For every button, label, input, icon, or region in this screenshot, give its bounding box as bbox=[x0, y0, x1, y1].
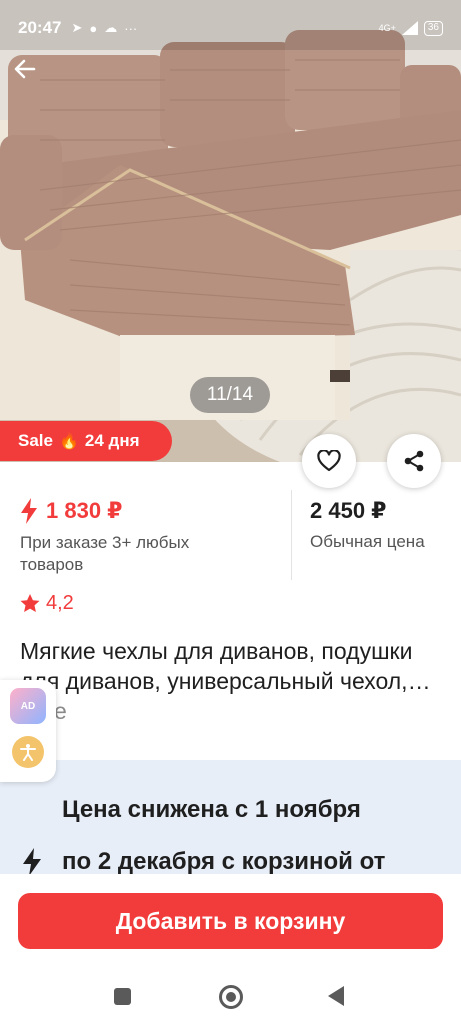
recent-apps-button[interactable] bbox=[114, 988, 131, 1005]
back-button[interactable] bbox=[14, 58, 54, 98]
sale-days: 24 дня bbox=[84, 431, 140, 450]
sale-label: Sale bbox=[18, 431, 53, 450]
lightning-icon bbox=[23, 848, 41, 876]
favorite-button[interactable] bbox=[302, 434, 356, 488]
flame-icon: 🔥 bbox=[58, 433, 79, 450]
bundle-price: 1 830 ₽ bbox=[20, 498, 291, 524]
promo-panel: Цена снижена с 1 ноября по 2 декабря с к… bbox=[0, 760, 461, 880]
telegram-icon: ➤ bbox=[71, 20, 83, 35]
heart-icon bbox=[317, 450, 341, 472]
product-title-text: Мягкие чехлы для диванов, подушки для ди… bbox=[20, 638, 431, 694]
battery-level: 36 bbox=[423, 20, 443, 36]
regular-price-section: 2 450 ₽ Обычная цена bbox=[292, 490, 425, 580]
add-to-cart-button[interactable]: Добавить в корзину bbox=[18, 893, 443, 949]
accessibility-icon[interactable] bbox=[12, 736, 44, 768]
status-bar: 20:47 ➤ ● ☁ ··· 4G+ 36 bbox=[0, 0, 461, 56]
share-button[interactable] bbox=[387, 434, 441, 488]
regular-price-value: 2 450 ₽ bbox=[310, 498, 387, 523]
product-title: Мягкие чехлы для диванов, подушки для ди… bbox=[20, 636, 440, 726]
home-button[interactable] bbox=[219, 985, 243, 1009]
system-icons: 4G+ 36 bbox=[378, 20, 443, 36]
system-navigation-bar bbox=[0, 960, 461, 1024]
lightning-icon bbox=[21, 498, 37, 524]
system-back-button[interactable] bbox=[328, 986, 344, 1006]
status-time: 20:47 bbox=[18, 18, 62, 37]
ad-button[interactable]: AD bbox=[10, 688, 46, 724]
price-block: 1 830 ₽ При заказе 3+ любых товаров 2 45… bbox=[0, 490, 461, 580]
network-type: 4G+ bbox=[378, 22, 396, 33]
sale-badge: Sale 🔥 24 дня bbox=[0, 421, 172, 461]
bundle-price-note: При заказе 3+ любых товаров bbox=[20, 533, 190, 574]
arrow-left-icon bbox=[14, 59, 36, 79]
chat-icon: ● bbox=[89, 20, 98, 36]
star-icon bbox=[20, 594, 40, 612]
image-counter: 11/14 bbox=[190, 377, 270, 413]
more-dots-icon: ··· bbox=[124, 20, 138, 36]
cloud-icon: ☁ bbox=[104, 20, 118, 35]
bundle-price-value: 1 830 ₽ bbox=[46, 498, 123, 523]
product-image-carousel[interactable]: 11/14 bbox=[0, 0, 461, 462]
regular-price-label: Обычная цена bbox=[310, 532, 425, 551]
rating[interactable]: 4,2 bbox=[20, 592, 74, 615]
product-screen: 11/14 20:47 ➤ ● ☁ ··· 4G+ 36 Sale 🔥 24 д… bbox=[0, 0, 461, 1024]
promo-line-2: по 2 декабря с корзиной от bbox=[62, 848, 386, 875]
share-icon bbox=[404, 450, 424, 472]
bottom-action-bar: Добавить в корзину bbox=[0, 874, 461, 960]
notification-icons: ➤ ● ☁ ··· bbox=[71, 20, 137, 36]
ad-label: AD bbox=[20, 700, 36, 712]
bundle-price-section: 1 830 ₽ При заказе 3+ любых товаров bbox=[0, 490, 292, 580]
promo-line-1: Цена снижена с 1 ноября bbox=[62, 796, 361, 823]
signal-icon bbox=[401, 21, 418, 35]
person-icon bbox=[20, 744, 36, 761]
floating-side-widgets: AD bbox=[0, 680, 56, 782]
rating-value: 4,2 bbox=[46, 592, 74, 614]
